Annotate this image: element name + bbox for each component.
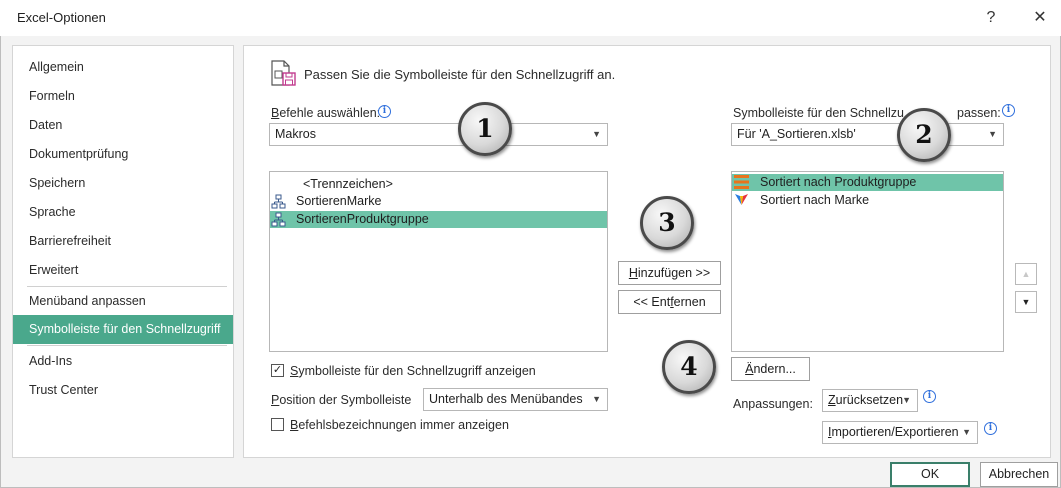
nav-item-data[interactable]: Daten — [13, 112, 233, 138]
commands-label: Befehle auswählen: — [271, 106, 381, 120]
list-item-selected[interactable]: Sortiert nach Produktgruppe — [732, 174, 1003, 191]
commands-dropdown[interactable]: Makros ▼ — [269, 123, 608, 146]
quick-access-toolbar-icon — [269, 59, 299, 89]
qat-label-end: passen: — [957, 106, 1001, 120]
nav-separator — [27, 286, 227, 287]
info-icon[interactable]: i — [923, 390, 936, 403]
remove-button[interactable]: << Entfernen — [618, 290, 721, 314]
import-export-dropdown[interactable]: Importieren/Exportieren ▼ — [822, 421, 978, 444]
position-value: Unterhalb des Menübandes — [429, 392, 583, 406]
info-icon[interactable]: i — [1002, 104, 1015, 117]
always-show-labels-label: Befehlsbezeichnungen immer anzeigen — [290, 418, 509, 432]
butterfly-icon — [734, 193, 749, 207]
chevron-down-icon: ▼ — [988, 129, 997, 139]
customizations-label: Anpassungen: — [733, 397, 813, 411]
macro-icon — [271, 212, 286, 227]
reset-dropdown[interactable]: Zurücksetzen ▼ — [822, 389, 918, 412]
qat-label-start: Symbolleiste für den Schnellzu — [733, 106, 904, 120]
nav-item-accessibility[interactable]: Barrierefreiheit — [13, 228, 233, 254]
list-item-selected[interactable]: SortierenProduktgruppe — [270, 211, 607, 228]
cancel-button[interactable]: Abbrechen — [980, 462, 1058, 487]
title-bar — [0, 0, 1061, 36]
callout-1: 1 — [458, 102, 512, 156]
always-show-labels-checkbox[interactable] — [271, 418, 284, 431]
nav-item-general[interactable]: Allgemein — [13, 54, 233, 80]
nav-item-formulas[interactable]: Formeln — [13, 83, 233, 109]
list-item[interactable]: Sortiert nach Marke — [732, 192, 1003, 209]
options-nav: Allgemein Formeln Daten Dokumentprüfung … — [12, 45, 234, 458]
nav-item-language[interactable]: Sprache — [13, 199, 233, 225]
modify-button[interactable]: Ändern... — [731, 357, 810, 381]
show-qat-checkbox[interactable]: ✓ — [271, 364, 284, 377]
import-export-value: Importieren/Exportieren — [828, 425, 959, 439]
position-dropdown[interactable]: Unterhalb des Menübandes ▼ — [423, 388, 608, 411]
nav-item-customize-ribbon[interactable]: Menüband anpassen — [13, 288, 233, 314]
nav-item-save[interactable]: Speichern — [13, 170, 233, 196]
qat-list[interactable]: Sortiert nach Produktgruppe Sortiert nac… — [731, 171, 1004, 352]
show-qat-label: Symbolleiste für den Schnellzugriff anze… — [290, 364, 536, 378]
callout-4: 4 — [662, 340, 716, 394]
info-icon[interactable]: i — [984, 422, 997, 435]
nav-item-quick-access-toolbar[interactable]: Symbolleiste für den Schnellzugriff — [13, 315, 233, 344]
page-header: Passen Sie die Symbolleiste für den Schn… — [304, 67, 616, 82]
move-down-button[interactable]: ▼ — [1015, 291, 1037, 313]
nav-item-advanced[interactable]: Erweitert — [13, 257, 233, 283]
position-label: Position der Symbolleiste — [271, 393, 412, 407]
nav-item-proofing[interactable]: Dokumentprüfung — [13, 141, 233, 167]
chevron-down-icon: ▼ — [902, 395, 911, 405]
chevron-down-icon: ▼ — [592, 394, 601, 404]
reset-value: Zurücksetzen — [828, 393, 904, 407]
help-button[interactable]: ? — [979, 6, 1003, 30]
list-item[interactable]: SortierenMarke — [270, 193, 607, 210]
info-icon[interactable]: i — [378, 105, 391, 118]
commands-list[interactable]: <Trennzeichen> SortierenMarke SortierenP… — [269, 171, 608, 352]
chevron-down-icon: ▼ — [592, 129, 601, 139]
chevron-down-icon: ▼ — [962, 427, 971, 437]
window-title: Excel-Optionen — [17, 10, 106, 25]
lines-icon — [734, 175, 749, 189]
callout-2: 2 — [897, 108, 951, 162]
nav-item-add-ins[interactable]: Add-Ins — [13, 348, 233, 374]
ok-button[interactable]: OK — [890, 462, 970, 487]
commands-dropdown-value: Makros — [275, 127, 316, 141]
macro-icon — [271, 194, 286, 209]
nav-item-trust-center[interactable]: Trust Center — [13, 377, 233, 403]
qat-scope-value: Für 'A_Sortieren.xlsb' — [737, 127, 856, 141]
close-button[interactable]: ✕ — [1028, 6, 1052, 30]
nav-separator — [27, 345, 227, 346]
list-item[interactable]: <Trennzeichen> — [270, 176, 607, 193]
callout-3: 3 — [640, 196, 694, 250]
qat-scope-dropdown[interactable]: Für 'A_Sortieren.xlsb' ▼ — [731, 123, 1004, 146]
add-button[interactable]: Hinzufügen >> — [618, 261, 721, 285]
move-up-button[interactable]: ▲ — [1015, 263, 1037, 285]
